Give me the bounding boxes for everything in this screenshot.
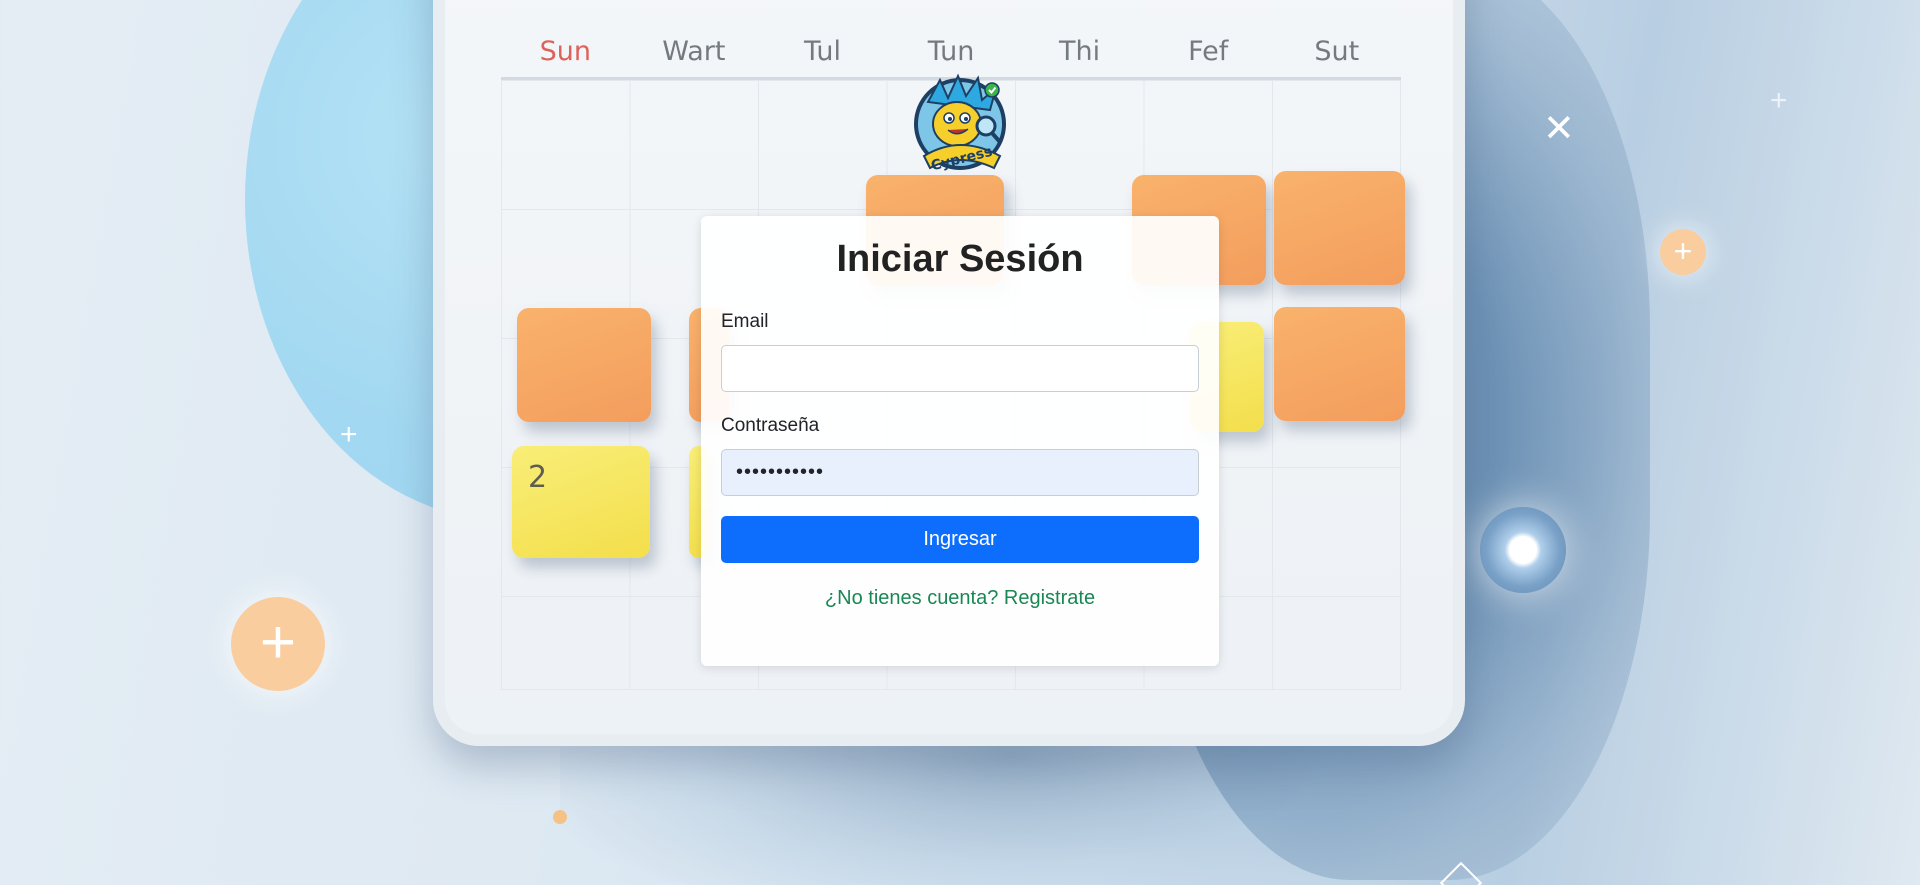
page-title: Iniciar Sesión: [836, 238, 1084, 280]
password-field[interactable]: [721, 449, 1199, 496]
cypress-mascot-icon: Cypress: [910, 72, 1010, 174]
email-label: Email: [721, 311, 769, 332]
email-field[interactable]: [721, 345, 1199, 392]
login-card: Iniciar Sesión Email Contraseña Ingresar…: [701, 216, 1219, 666]
password-label: Contraseña: [721, 415, 820, 436]
register-link[interactable]: ¿No tienes cuenta? Registrate: [721, 587, 1199, 610]
submit-button[interactable]: Ingresar: [721, 516, 1199, 563]
